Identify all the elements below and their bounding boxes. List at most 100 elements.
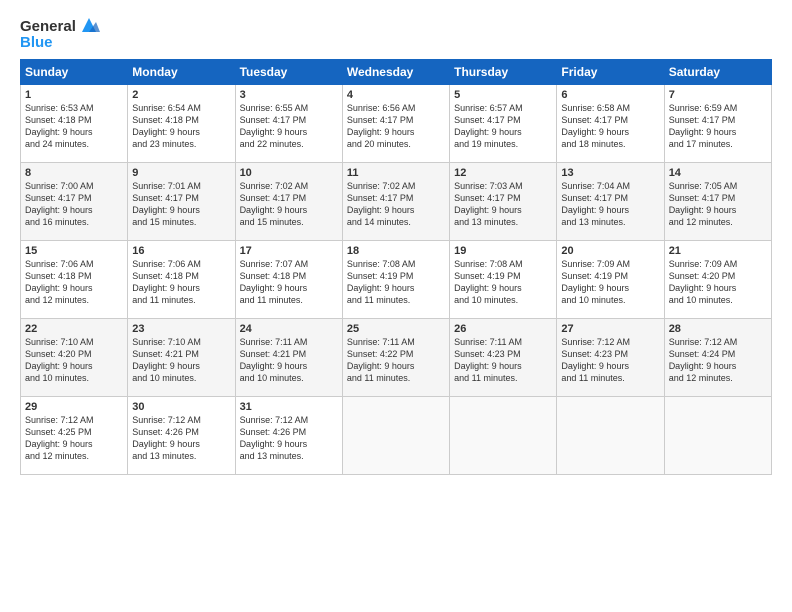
day-info: Sunrise: 7:08 AM Sunset: 4:19 PM Dayligh… [454, 259, 523, 305]
weekday-header: Sunday [21, 60, 128, 85]
calendar-cell: 27 Sunrise: 7:12 AM Sunset: 4:23 PM Dayli… [557, 319, 664, 397]
calendar-cell: 18 Sunrise: 7:08 AM Sunset: 4:19 PM Dayli… [342, 241, 449, 319]
day-number: 16 [132, 245, 230, 257]
day-info: Sunrise: 7:10 AM Sunset: 4:20 PM Dayligh… [25, 337, 94, 383]
day-number: 27 [561, 323, 659, 335]
calendar-cell: 30 Sunrise: 7:12 AM Sunset: 4:26 PM Dayli… [128, 397, 235, 475]
calendar-header: SundayMondayTuesdayWednesdayThursdayFrid… [21, 60, 772, 85]
day-number: 8 [25, 167, 123, 179]
calendar-week-row: 15 Sunrise: 7:06 AM Sunset: 4:18 PM Dayli… [21, 241, 772, 319]
calendar-cell: 10 Sunrise: 7:02 AM Sunset: 4:17 PM Dayli… [235, 163, 342, 241]
day-info: Sunrise: 7:12 AM Sunset: 4:24 PM Dayligh… [669, 337, 738, 383]
day-info: Sunrise: 7:02 AM Sunset: 4:17 PM Dayligh… [240, 181, 309, 227]
day-info: Sunrise: 6:59 AM Sunset: 4:17 PM Dayligh… [669, 103, 738, 149]
day-info: Sunrise: 6:54 AM Sunset: 4:18 PM Dayligh… [132, 103, 201, 149]
calendar-cell: 7 Sunrise: 6:59 AM Sunset: 4:17 PM Daylig… [664, 85, 771, 163]
calendar-cell [664, 397, 771, 475]
day-info: Sunrise: 7:12 AM Sunset: 4:23 PM Dayligh… [561, 337, 630, 383]
day-info: Sunrise: 6:57 AM Sunset: 4:17 PM Dayligh… [454, 103, 523, 149]
day-number: 20 [561, 245, 659, 257]
day-number: 29 [25, 401, 123, 413]
day-number: 28 [669, 323, 767, 335]
calendar-cell: 19Sunrise: 7:08 AM Sunset: 4:19 PM Dayli… [450, 241, 557, 319]
calendar-cell: 3 Sunrise: 6:55 AM Sunset: 4:17 PM Daylig… [235, 85, 342, 163]
calendar-cell: 21 Sunrise: 7:09 AM Sunset: 4:20 PM Dayli… [664, 241, 771, 319]
day-number: 31 [240, 401, 338, 413]
calendar-cell: 12 Sunrise: 7:03 AM Sunset: 4:17 PM Dayli… [450, 163, 557, 241]
day-info: Sunrise: 7:11 AM Sunset: 4:23 PM Dayligh… [454, 337, 522, 383]
day-info: Sunrise: 7:01 AM Sunset: 4:17 PM Dayligh… [132, 181, 201, 227]
weekday-header: Saturday [664, 60, 771, 85]
day-number: 15 [25, 245, 123, 257]
page-container: General Blue SundayMondayTuesdayWednesda… [0, 0, 792, 485]
header: General Blue [20, 16, 772, 51]
calendar-cell [342, 397, 449, 475]
logo-blue-text: Blue [20, 34, 53, 51]
day-number: 4 [347, 89, 445, 101]
day-info: Sunrise: 7:00 AM Sunset: 4:17 PM Dayligh… [25, 181, 94, 227]
day-info: Sunrise: 7:08 AM Sunset: 4:19 PM Dayligh… [347, 259, 416, 305]
day-number: 7 [669, 89, 767, 101]
day-number: 10 [240, 167, 338, 179]
day-number: 12 [454, 167, 552, 179]
calendar-cell [557, 397, 664, 475]
logo: General Blue [20, 16, 100, 51]
calendar-cell: 26 Sunrise: 7:11 AM Sunset: 4:23 PM Dayli… [450, 319, 557, 397]
day-number: 9 [132, 167, 230, 179]
calendar-cell: 13 Sunrise: 7:04 AM Sunset: 4:17 PM Dayli… [557, 163, 664, 241]
weekday-header: Monday [128, 60, 235, 85]
day-number: 14 [669, 167, 767, 179]
day-info: Sunrise: 7:09 AM Sunset: 4:19 PM Dayligh… [561, 259, 630, 305]
day-info: Sunrise: 6:55 AM Sunset: 4:17 PM Dayligh… [240, 103, 309, 149]
day-info: Sunrise: 7:04 AM Sunset: 4:17 PM Dayligh… [561, 181, 630, 227]
day-number: 2 [132, 89, 230, 101]
calendar-cell: 24Sunrise: 7:11 AM Sunset: 4:21 PM Dayli… [235, 319, 342, 397]
weekday-header: Wednesday [342, 60, 449, 85]
calendar-week-row: 1 Sunrise: 6:53 AM Sunset: 4:18 PM Daylig… [21, 85, 772, 163]
day-number: 3 [240, 89, 338, 101]
day-number: 17 [240, 245, 338, 257]
day-number: 25 [347, 323, 445, 335]
day-info: Sunrise: 7:06 AM Sunset: 4:18 PM Dayligh… [25, 259, 94, 305]
calendar-cell: 20 Sunrise: 7:09 AM Sunset: 4:19 PM Dayli… [557, 241, 664, 319]
logo-general-text: General [20, 18, 76, 35]
day-info: Sunrise: 7:12 AM Sunset: 4:26 PM Dayligh… [132, 415, 201, 461]
day-info: Sunrise: 6:58 AM Sunset: 4:17 PM Dayligh… [561, 103, 630, 149]
calendar-cell: 29 Sunrise: 7:12 AM Sunset: 4:25 PM Dayli… [21, 397, 128, 475]
day-info: Sunrise: 7:02 AM Sunset: 4:17 PM Dayligh… [347, 181, 416, 227]
day-number: 6 [561, 89, 659, 101]
day-info: Sunrise: 7:03 AM Sunset: 4:17 PM Dayligh… [454, 181, 523, 227]
calendar-cell: 14Sunrise: 7:05 AM Sunset: 4:17 PM Dayli… [664, 163, 771, 241]
day-number: 30 [132, 401, 230, 413]
day-info: Sunrise: 7:09 AM Sunset: 4:20 PM Dayligh… [669, 259, 738, 305]
calendar-cell: 28 Sunrise: 7:12 AM Sunset: 4:24 PM Dayli… [664, 319, 771, 397]
day-info: Sunrise: 6:53 AM Sunset: 4:18 PM Dayligh… [25, 103, 94, 149]
weekday-header: Thursday [450, 60, 557, 85]
calendar-cell: 16Sunrise: 7:06 AM Sunset: 4:18 PM Dayli… [128, 241, 235, 319]
calendar-cell: 2 Sunrise: 6:54 AM Sunset: 4:18 PM Daylig… [128, 85, 235, 163]
calendar-body: 1 Sunrise: 6:53 AM Sunset: 4:18 PM Daylig… [21, 85, 772, 475]
day-number: 1 [25, 89, 123, 101]
day-number: 26 [454, 323, 552, 335]
calendar-cell: 31 Sunrise: 7:12 AM Sunset: 4:26 PM Dayli… [235, 397, 342, 475]
calendar-cell: 17Sunrise: 7:07 AM Sunset: 4:18 PM Dayli… [235, 241, 342, 319]
day-number: 5 [454, 89, 552, 101]
calendar-cell: 22 Sunrise: 7:10 AM Sunset: 4:20 PM Dayli… [21, 319, 128, 397]
day-info: Sunrise: 7:11 AM Sunset: 4:22 PM Dayligh… [347, 337, 415, 383]
calendar-table: SundayMondayTuesdayWednesdayThursdayFrid… [20, 59, 772, 475]
day-info: Sunrise: 7:12 AM Sunset: 4:25 PM Dayligh… [25, 415, 94, 461]
day-number: 18 [347, 245, 445, 257]
calendar-cell: 23Sunrise: 7:10 AM Sunset: 4:21 PM Dayli… [128, 319, 235, 397]
calendar-cell: 1 Sunrise: 6:53 AM Sunset: 4:18 PM Daylig… [21, 85, 128, 163]
calendar-cell: 6 Sunrise: 6:58 AM Sunset: 4:17 PM Daylig… [557, 85, 664, 163]
day-number: 22 [25, 323, 123, 335]
weekday-row: SundayMondayTuesdayWednesdayThursdayFrid… [21, 60, 772, 85]
calendar-cell: 9 Sunrise: 7:01 AM Sunset: 4:17 PM Daylig… [128, 163, 235, 241]
calendar-cell [450, 397, 557, 475]
weekday-header: Friday [557, 60, 664, 85]
calendar-cell: 5 Sunrise: 6:57 AM Sunset: 4:17 PM Daylig… [450, 85, 557, 163]
day-number: 21 [669, 245, 767, 257]
day-info: Sunrise: 7:12 AM Sunset: 4:26 PM Dayligh… [240, 415, 309, 461]
day-number: 13 [561, 167, 659, 179]
calendar-cell: 11Sunrise: 7:02 AM Sunset: 4:17 PM Dayli… [342, 163, 449, 241]
